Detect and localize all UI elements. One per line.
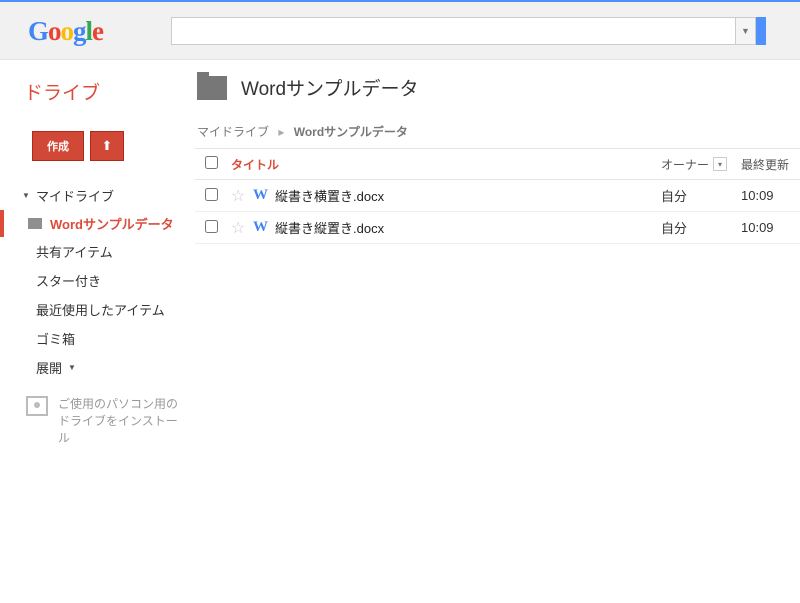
breadcrumb-separator: ▸ [278, 125, 284, 139]
nav-tree: ▼マイドライブ Wordサンプルデータ 共有アイテム スター付き 最近使用したア… [18, 181, 195, 382]
nav-starred[interactable]: スター付き [18, 266, 195, 295]
folder-icon [28, 218, 42, 229]
sort-icon[interactable]: ▾ [713, 157, 727, 171]
column-modified[interactable]: 最終更新 [741, 156, 789, 173]
collapse-icon: ▼ [22, 191, 32, 200]
table-row[interactable]: ☆W 縦書き縦置き.docx自分10:09 [195, 212, 800, 244]
google-logo[interactable]: Google [28, 16, 103, 47]
file-list: ☆W 縦書き横置き.docx自分10:09 ☆W 縦書き縦置き.docx自分10:09 [195, 180, 800, 244]
file-modified: 10:09 [741, 220, 774, 235]
chevron-down-icon: ▼ [68, 363, 76, 372]
folder-header: Wordサンプルデータ [195, 74, 800, 101]
search-wrap: ▼ [171, 17, 766, 45]
breadcrumb: マイドライブ ▸ Wordサンプルデータ [195, 115, 800, 148]
file-table-header: タイトル オーナー▾ 最終更新 [195, 148, 800, 180]
upload-button[interactable]: ⬆ [90, 131, 124, 161]
upload-icon: ⬆ [102, 138, 113, 154]
folder-title: Wordサンプルデータ [241, 74, 418, 101]
nav-trash[interactable]: ゴミ箱 [18, 324, 195, 353]
nav-current-folder[interactable]: Wordサンプルデータ [0, 210, 195, 237]
nav-my-drive[interactable]: ▼マイドライブ [18, 181, 195, 210]
star-icon[interactable]: ☆ [231, 186, 253, 206]
main-content: Wordサンプルデータ マイドライブ ▸ Wordサンプルデータ タイトル オー… [195, 60, 800, 446]
folder-icon [197, 76, 227, 100]
drive-title[interactable]: ドライブ [24, 78, 195, 105]
file-name[interactable]: 縦書き横置き.docx [275, 186, 661, 205]
star-icon[interactable]: ☆ [231, 218, 253, 238]
word-file-icon: W [253, 187, 268, 203]
create-button[interactable]: 作成 [32, 131, 84, 161]
word-file-icon: W [253, 219, 268, 235]
file-owner: 自分 [661, 218, 741, 237]
search-button[interactable] [756, 17, 766, 45]
install-drive-promo[interactable]: ご使用のパソコン用のドライブをインストール [26, 396, 181, 446]
select-all-checkbox[interactable] [205, 156, 218, 169]
breadcrumb-current: Wordサンプルデータ [294, 125, 408, 139]
row-checkbox[interactable] [205, 188, 218, 201]
breadcrumb-root[interactable]: マイドライブ [197, 125, 269, 139]
column-title[interactable]: タイトル [231, 156, 661, 173]
file-name[interactable]: 縦書き縦置き.docx [275, 218, 661, 237]
search-dropdown-icon[interactable]: ▼ [736, 17, 756, 45]
sidebar: ドライブ 作成 ⬆ ▼マイドライブ Wordサンプルデータ 共有アイテム スター… [0, 60, 195, 446]
column-owner[interactable]: オーナー▾ [661, 156, 741, 173]
nav-recent[interactable]: 最近使用したアイテム [18, 295, 195, 324]
nav-shared[interactable]: 共有アイテム [18, 237, 195, 266]
search-input[interactable] [171, 17, 736, 45]
monitor-icon [26, 396, 48, 416]
file-modified: 10:09 [741, 188, 774, 203]
install-text: ご使用のパソコン用のドライブをインストール [58, 396, 181, 446]
row-checkbox[interactable] [205, 220, 218, 233]
file-owner: 自分 [661, 186, 741, 205]
top-bar: Google ▼ [0, 0, 800, 60]
nav-expand[interactable]: 展開▼ [18, 353, 195, 382]
table-row[interactable]: ☆W 縦書き横置き.docx自分10:09 [195, 180, 800, 212]
